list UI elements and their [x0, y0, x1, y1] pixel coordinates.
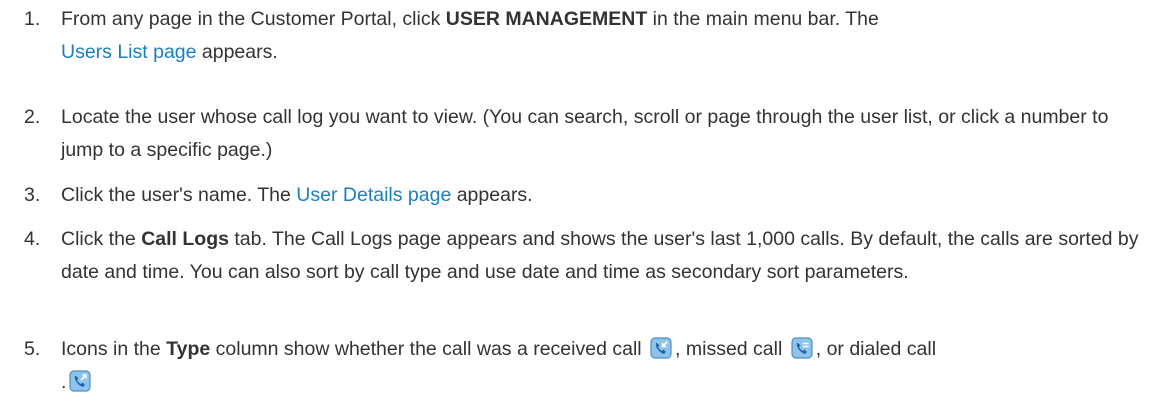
- users-list-page-link[interactable]: Users List page: [61, 41, 196, 63]
- menu-name-user-management: USER MANAGEMENT: [445, 8, 648, 30]
- step-1: 1. From any page in the Customer Portal,…: [24, 3, 1144, 69]
- step-number: 4.: [24, 228, 41, 250]
- step-text: Icons in the Type column show whether th…: [61, 337, 937, 393]
- step-2: 2. Locate the user whose call log you wa…: [24, 101, 1144, 167]
- step-text: Click the Call Logs tab. The Call Logs p…: [61, 228, 1139, 283]
- dialed-call-icon: [69, 370, 91, 392]
- step-number: 2.: [24, 106, 41, 128]
- step-number: 1.: [24, 8, 41, 30]
- received-call-icon: [650, 337, 672, 359]
- step-text: From any page in the Customer Portal, cl…: [61, 8, 879, 63]
- step-3: 3. Click the user's name. The User Detai…: [24, 179, 1144, 212]
- step-5: 5. Icons in the Type column show whether…: [24, 333, 1144, 399]
- instructions-list: 1. From any page in the Customer Portal,…: [0, 0, 1162, 414]
- user-details-page-link[interactable]: User Details page: [296, 184, 451, 206]
- step-4: 4. Click the Call Logs tab. The Call Log…: [24, 223, 1144, 289]
- missed-call-icon: [791, 337, 813, 359]
- step-text: Click the user's name. The User Details …: [61, 184, 533, 206]
- step-text: Locate the user whose call log you want …: [61, 106, 1109, 161]
- step-number: 5.: [24, 338, 41, 360]
- column-name-type: Type: [166, 338, 211, 360]
- step-number: 3.: [24, 184, 41, 206]
- tab-name-call-logs: Call Logs: [141, 228, 229, 250]
